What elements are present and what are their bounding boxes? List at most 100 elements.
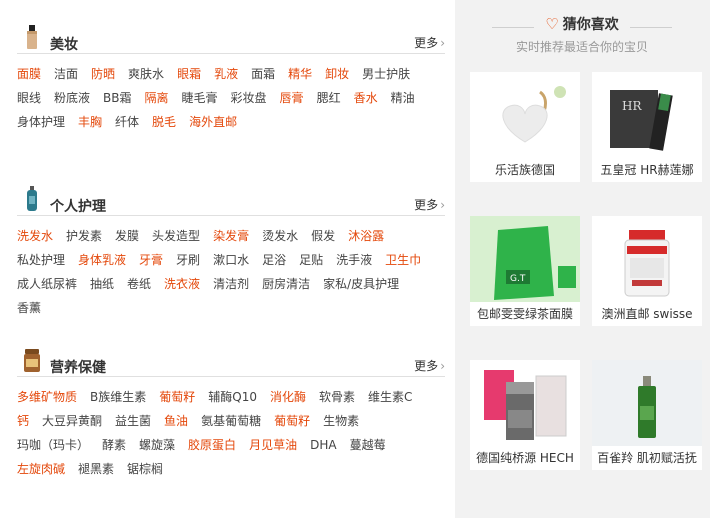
category-tag-link[interactable]: 身体乳液 (78, 248, 126, 272)
category-tag-link[interactable]: 丰胸 (78, 110, 102, 134)
category-tag-link[interactable]: 螺旋藻 (139, 433, 175, 457)
category-tag-link[interactable]: 乳液 (214, 62, 238, 86)
category-tag-link[interactable]: 辅酶Q10 (208, 385, 257, 409)
chevron-right-icon: › (440, 36, 445, 50)
category-tag-link[interactable]: 眼线 (17, 86, 41, 110)
product-card[interactable]: 乐活族德国 (470, 72, 580, 182)
category-tag-link[interactable]: 生物素 (323, 409, 359, 433)
product-caption: 五皇冠 HR赫莲娜 (600, 163, 694, 177)
category-tag-link[interactable]: 月见草油 (249, 433, 297, 457)
category-tag-link[interactable]: 彩妆盘 (231, 86, 267, 110)
category-tag-link[interactable]: 唇膏 (280, 86, 304, 110)
category-tag-link[interactable]: 发膜 (115, 224, 139, 248)
category-tag-link[interactable]: 成人纸尿裤 (17, 272, 77, 296)
category-tag-link[interactable]: B族维生素 (90, 385, 146, 409)
category-tag-link[interactable]: 睫毛膏 (182, 86, 218, 110)
category-tag-link[interactable]: 多维矿物质 (17, 385, 77, 409)
category-tag-link[interactable]: 玛咖（玛卡） (17, 433, 89, 457)
category-tag-link[interactable]: 葡萄籽 (159, 385, 195, 409)
category-tag-link[interactable]: 洗手液 (336, 248, 372, 272)
category-tag-link[interactable]: 染发膏 (213, 224, 249, 248)
category-tag-link[interactable]: 纤体 (115, 110, 139, 134)
category-tag-link[interactable]: DHA (310, 433, 336, 457)
divider (492, 27, 534, 28)
product-card[interactable]: HR 五皇冠 HR赫莲娜 (592, 72, 702, 182)
category-tag-link[interactable]: 粉底液 (54, 86, 90, 110)
category-tag-link[interactable]: 抽纸 (90, 272, 114, 296)
category-tag-link[interactable]: 洗衣液 (164, 272, 200, 296)
category-tag-link[interactable]: 脱毛 (152, 110, 176, 134)
heart-sponge-image (502, 86, 566, 143)
chevron-right-icon: › (440, 359, 445, 373)
category-tag-link[interactable]: 胶原蛋白 (188, 433, 236, 457)
category-tag-link[interactable]: 家私/皮具护理 (323, 272, 399, 296)
category-tag-link[interactable]: 卷纸 (127, 272, 151, 296)
category-tag-link[interactable]: 氨基葡萄糖 (201, 409, 261, 433)
category-tag-link[interactable]: 洁面 (54, 62, 78, 86)
category-tag-link[interactable]: 大豆异黄酮 (42, 409, 102, 433)
category-tag-link[interactable]: 锯棕榈 (127, 457, 163, 481)
category-tag-link[interactable]: 卫生巾 (385, 248, 421, 272)
category-tag-link[interactable]: 私处护理 (17, 248, 65, 272)
category-tag-link[interactable]: 鱼油 (164, 409, 188, 433)
category-tag-link[interactable]: 褪黑素 (78, 457, 114, 481)
category-tag-link[interactable]: 厨房清洁 (262, 272, 310, 296)
category-tag-link[interactable]: 消化酶 (270, 385, 306, 409)
more-link[interactable]: 更多 › (414, 196, 445, 213)
section-header: 营养保健 更多 › (17, 349, 445, 377)
category-tag-link[interactable]: 精油 (391, 86, 415, 110)
caviar-box-image (484, 370, 567, 440)
category-tag-link[interactable]: 益生菌 (115, 409, 151, 433)
category-tag-link[interactable]: 清洁剂 (213, 272, 249, 296)
category-tag-link[interactable]: 蔓越莓 (350, 433, 386, 457)
product-card[interactable]: 澳洲直邮 swisse (592, 216, 702, 326)
category-tag-link[interactable]: 维生素C (368, 385, 412, 409)
category-tag-link[interactable]: 软骨素 (319, 385, 355, 409)
section-header: 个人护理 更多 › (17, 186, 445, 216)
product-caption: 澳洲直邮 swisse (601, 307, 693, 321)
category-tag-link[interactable]: 头发造型 (152, 224, 200, 248)
category-tag-link[interactable]: 眼霜 (177, 62, 201, 86)
category-tag-link[interactable]: 爽肤水 (128, 62, 164, 86)
category-tag-link[interactable]: 精华 (288, 62, 312, 86)
section-makeup: 美妆 更多 › 面膜 洁面 防晒 爽肤水 眼霜 乳液 面霜 精华 卸妆 男士护肤眼线 粉底液 BB霜 隔离… (17, 25, 445, 134)
more-link[interactable]: 更多 › (414, 357, 445, 374)
category-tag-link[interactable]: 腮红 (317, 86, 341, 110)
category-tag-link[interactable]: 香水 (354, 86, 378, 110)
category-tag-link[interactable]: 香薰 (17, 296, 41, 320)
category-tag-link[interactable]: 钙 (17, 409, 29, 433)
category-tag-link[interactable]: 足浴 (262, 248, 286, 272)
guess-title-text: 猜你喜欢 (562, 17, 619, 33)
category-tag-link[interactable]: 面霜 (251, 62, 275, 86)
category-tag-link[interactable]: 牙刷 (176, 248, 200, 272)
category-tag-link[interactable]: 身体护理 (17, 110, 65, 134)
section-header: 美妆 更多 › (17, 25, 445, 54)
category-tag-link[interactable]: BB霜 (103, 86, 131, 110)
svg-text:G.T: G.T (510, 274, 526, 284)
category-tag-link[interactable]: 葡萄籽 (274, 409, 310, 433)
category-tag-link[interactable]: 牙膏 (139, 248, 163, 272)
category-tag-link[interactable]: 漱口水 (213, 248, 249, 272)
category-tag-link[interactable]: 隔离 (145, 86, 169, 110)
category-tag-link[interactable]: 海外直邮 (189, 110, 237, 134)
category-tag-link[interactable]: 卸妆 (325, 62, 349, 86)
hr-sachet-image: HR (610, 90, 673, 151)
category-tag-link[interactable]: 足贴 (299, 248, 323, 272)
category-tag-link[interactable]: 护发素 (66, 224, 102, 248)
guess-title: ♡ 猜你喜欢 (492, 14, 672, 34)
category-tag-link[interactable]: 男士护肤 (362, 62, 410, 86)
category-tag-link[interactable]: 烫发水 (262, 224, 298, 248)
category-tag-link[interactable]: 酵素 (102, 433, 126, 457)
product-card[interactable]: 德国纯桥源 HECH (470, 360, 580, 470)
category-tag-link[interactable]: 假发 (311, 224, 335, 248)
more-link[interactable]: 更多 › (414, 34, 445, 51)
category-tag-link[interactable]: 沐浴露 (348, 224, 384, 248)
category-tag-link[interactable]: 左旋肉碱 (17, 457, 65, 481)
product-card[interactable]: G.T 包邮雯雯绿茶面膜 (470, 216, 580, 326)
category-tag-link[interactable]: 面膜 (17, 62, 41, 86)
category-tag-link[interactable]: 防晒 (91, 62, 115, 86)
product-card[interactable]: 百雀羚 肌初赋活抚 (592, 360, 702, 470)
product-caption: 乐活族德国 (494, 163, 555, 177)
category-panel: 美妆 更多 › 面膜 洁面 防晒 爽肤水 眼霜 乳液 面霜 精华 卸妆 男士护肤眼线 粉底液 BB霜 隔离… (0, 0, 455, 518)
category-tag-link[interactable]: 洗发水 (17, 224, 53, 248)
